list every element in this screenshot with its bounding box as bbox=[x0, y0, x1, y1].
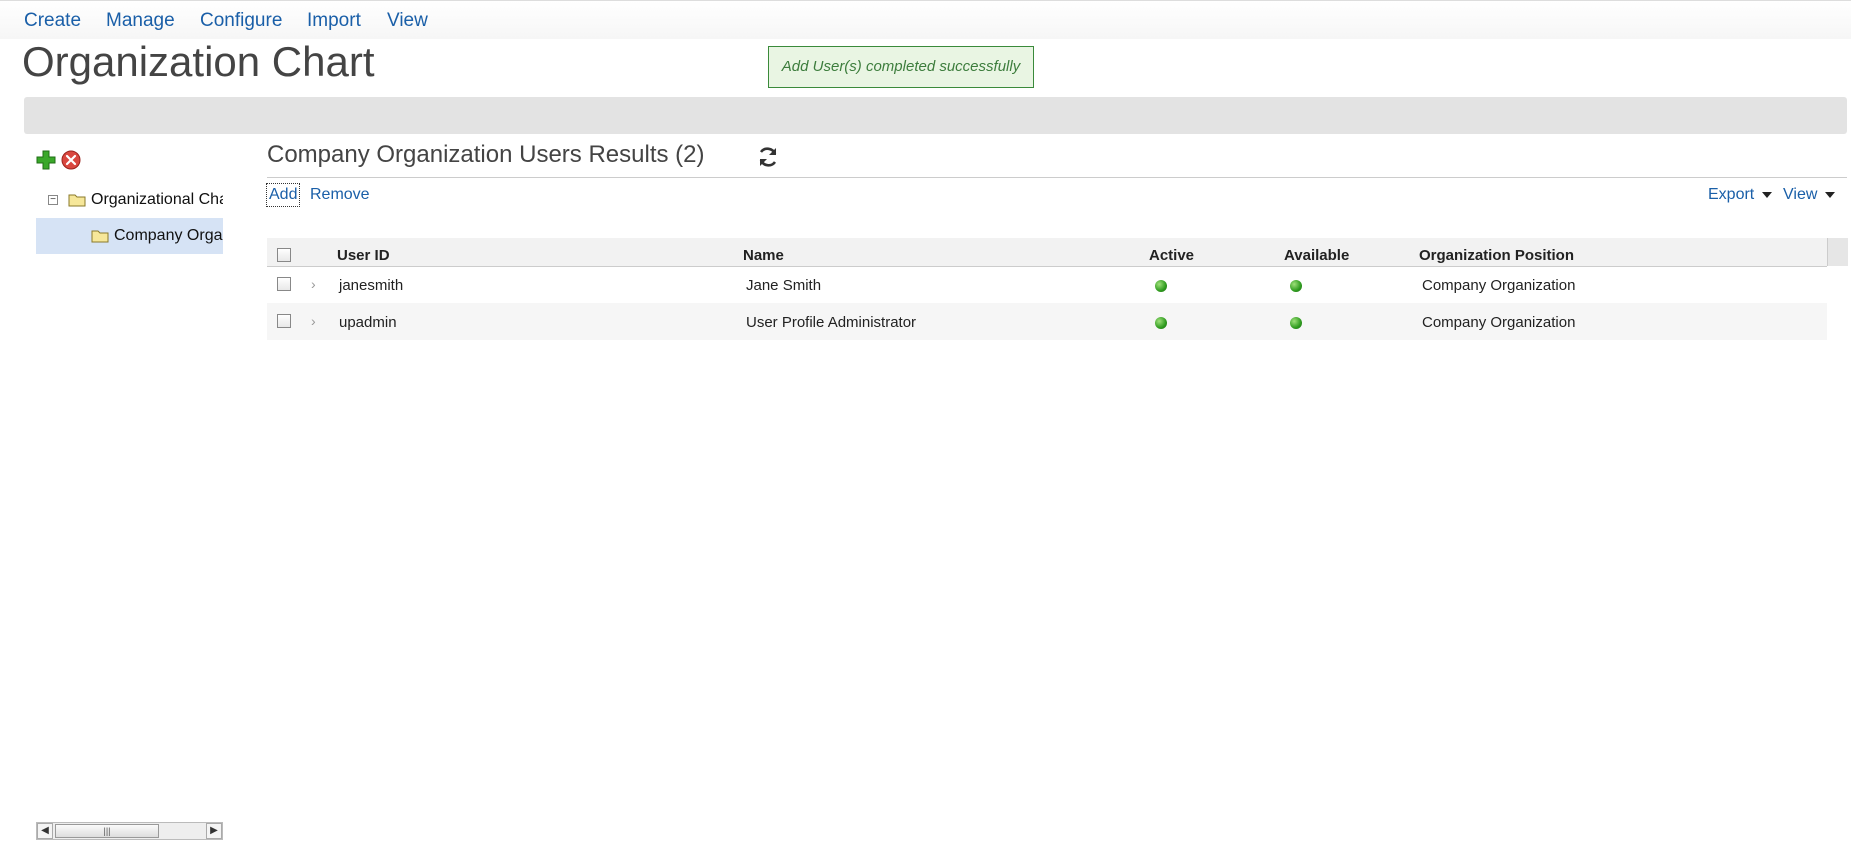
column-header-available[interactable]: Available bbox=[1284, 247, 1349, 264]
active-status-icon bbox=[1155, 280, 1167, 292]
table-row[interactable]: › janesmith Jane Smith Company Organizat… bbox=[267, 266, 1827, 303]
tree-node-label: Organizational Chart bbox=[91, 191, 223, 208]
column-header-user-id[interactable]: User ID bbox=[337, 247, 390, 264]
export-label: Export bbox=[1708, 186, 1755, 203]
cell-user-id[interactable]: upadmin bbox=[339, 314, 397, 331]
cell-position: Company Organization bbox=[1422, 277, 1576, 294]
divider bbox=[267, 177, 1847, 178]
menu-manage[interactable]: Manage bbox=[106, 10, 175, 32]
tree-node-organizational-chart[interactable]: − Organizational Chart bbox=[36, 182, 223, 218]
view-label: View bbox=[1783, 186, 1818, 203]
chevron-down-icon bbox=[1762, 191, 1773, 198]
scroll-thumb[interactable]: ||| bbox=[55, 824, 159, 838]
chevron-down-icon bbox=[1825, 191, 1836, 198]
view-menu[interactable]: View bbox=[1783, 186, 1836, 204]
select-all-checkbox[interactable] bbox=[277, 248, 291, 262]
refresh-icon[interactable] bbox=[756, 145, 780, 169]
toolbar-strip bbox=[24, 97, 1847, 134]
tree-node-label: Company Organization bbox=[114, 227, 223, 244]
row-checkbox[interactable] bbox=[277, 314, 291, 328]
menu-create[interactable]: Create bbox=[24, 10, 81, 32]
success-notification: Add User(s) completed successfully bbox=[768, 46, 1034, 88]
cell-name: Jane Smith bbox=[746, 277, 822, 294]
chevron-right-icon[interactable]: › bbox=[311, 276, 316, 292]
scroll-left-icon[interactable]: ◀ bbox=[37, 823, 53, 839]
add-button[interactable]: Add bbox=[265, 183, 301, 207]
grid-header: User ID Name Active Available Organizati… bbox=[267, 238, 1827, 267]
tree-horizontal-scrollbar[interactable]: ◀ ||| ▶ bbox=[36, 822, 223, 840]
add-icon[interactable] bbox=[36, 150, 56, 170]
folder-icon bbox=[91, 230, 109, 243]
page-title: Organization Chart bbox=[22, 38, 375, 85]
top-menu-bar: Create Manage Configure Import View bbox=[0, 0, 1851, 39]
cell-name: User Profile Administrator bbox=[746, 314, 917, 331]
folder-icon bbox=[68, 194, 86, 207]
results-title: Company Organization Users Results (2) bbox=[267, 141, 705, 168]
column-header-name[interactable]: Name bbox=[743, 247, 784, 264]
row-checkbox[interactable] bbox=[277, 277, 291, 291]
scroll-right-icon[interactable]: ▶ bbox=[206, 823, 222, 839]
org-tree: − Organizational Chart Company Organizat… bbox=[36, 182, 223, 254]
export-menu[interactable]: Export bbox=[1708, 186, 1773, 204]
available-status-icon bbox=[1290, 317, 1302, 329]
menu-view[interactable]: View bbox=[387, 10, 428, 32]
remove-button[interactable]: Remove bbox=[310, 186, 370, 204]
table-row[interactable]: › upadmin User Profile Administrator Com… bbox=[267, 303, 1827, 340]
collapse-icon[interactable]: − bbox=[48, 195, 58, 205]
active-status-icon bbox=[1155, 317, 1167, 329]
column-header-active[interactable]: Active bbox=[1149, 247, 1194, 264]
menu-configure[interactable]: Configure bbox=[200, 10, 282, 32]
delete-icon[interactable] bbox=[61, 150, 81, 170]
column-header-organization-position[interactable]: Organization Position bbox=[1419, 247, 1574, 264]
cell-user-id[interactable]: janesmith bbox=[339, 277, 403, 294]
grid-scrollbar-cap bbox=[1827, 238, 1848, 266]
menu-import[interactable]: Import bbox=[307, 10, 361, 32]
tree-node-company-organization[interactable]: Company Organization bbox=[36, 218, 223, 254]
cell-position: Company Organization bbox=[1422, 314, 1576, 331]
available-status-icon bbox=[1290, 280, 1302, 292]
chevron-right-icon[interactable]: › bbox=[311, 313, 316, 329]
